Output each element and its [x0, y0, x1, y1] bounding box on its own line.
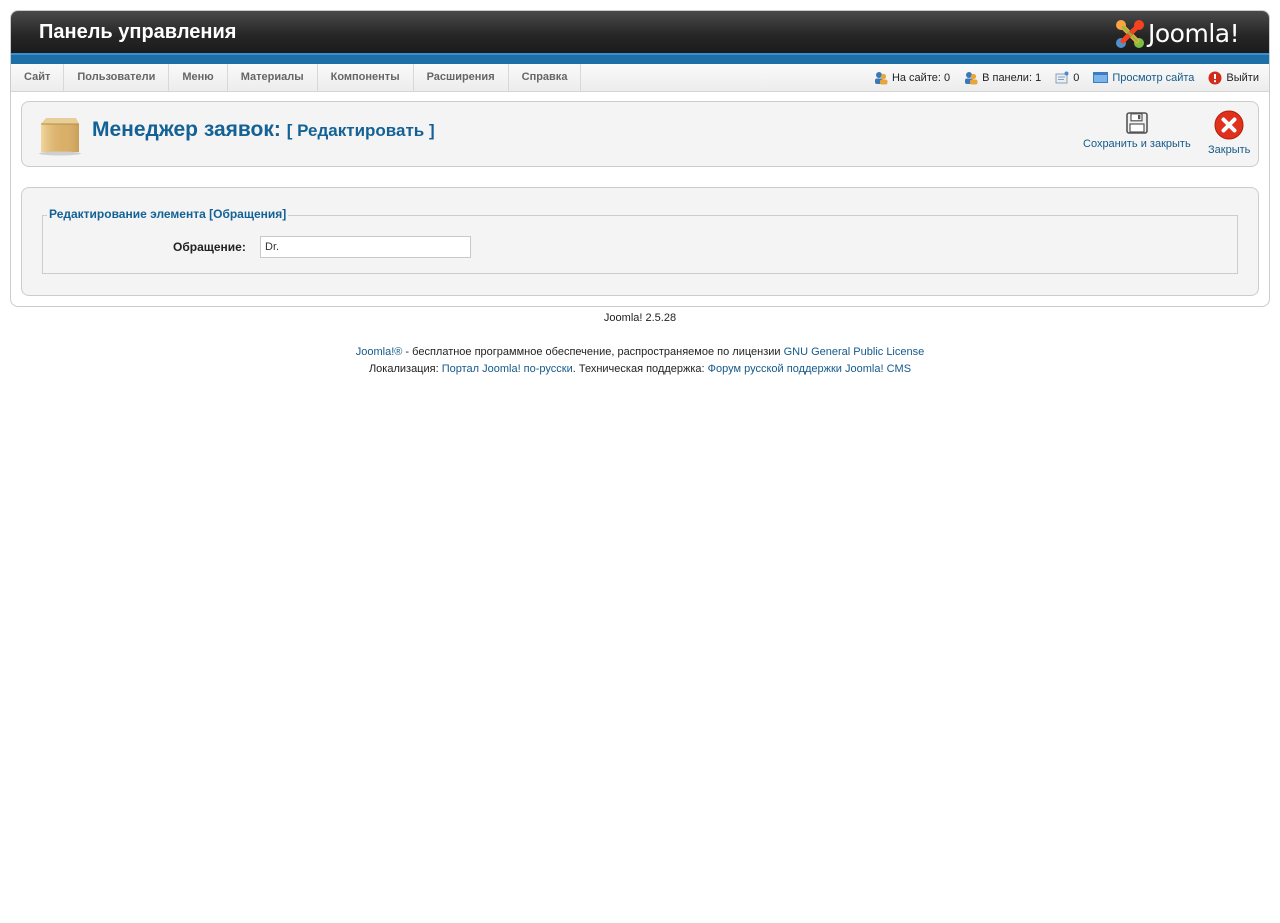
- on-site-label: На сайте:: [891, 71, 941, 84]
- logout-icon: [1208, 71, 1222, 84]
- form-fieldset: Редактирование элемента [Обращения] Обра…: [42, 207, 1238, 274]
- admin-container: Панель управления Joomla! Сайт Пользоват…: [10, 10, 1270, 307]
- preview-site-icon: [1093, 72, 1109, 83]
- header-title: Панель управления: [39, 21, 237, 43]
- salutation-label: Обращение:: [173, 240, 246, 254]
- save-close-label: Сохранить и закрыть: [1083, 138, 1191, 150]
- menu-item-content[interactable]: Материалы: [228, 64, 318, 91]
- toolbar-box: Менеджер заявок: [ Редактировать ] Сохра…: [21, 101, 1259, 167]
- menu-item-components[interactable]: Компоненты: [318, 64, 414, 91]
- footer-support-text: . Техническая поддержка:: [572, 363, 708, 375]
- save-icon: [1126, 112, 1148, 134]
- users-online-icon: [874, 71, 888, 84]
- view-site-link[interactable]: Просмотр сайта: [1112, 72, 1194, 84]
- status-in-panel: В панели: 1: [964, 71, 1041, 85]
- menu-item-extensions[interactable]: Расширения: [414, 64, 509, 91]
- joomla-logo-text: Joomla!: [1148, 19, 1240, 48]
- messages-count: 0: [1073, 71, 1080, 84]
- messages-icon: [1055, 71, 1069, 84]
- main-menu-bar: Сайт Пользователи Меню Материалы Компоне…: [11, 64, 1269, 92]
- status-messages[interactable]: 0: [1055, 71, 1079, 84]
- fieldset-legend: Редактирование элемента [Обращения]: [47, 207, 289, 221]
- close-button[interactable]: Закрыть: [1208, 110, 1250, 156]
- menu-item-menus[interactable]: Меню: [169, 64, 228, 91]
- footer-joomla-link[interactable]: Joomla!®: [356, 346, 403, 358]
- status-logout[interactable]: Выйти: [1208, 71, 1259, 85]
- status-bar: На сайте: 0 В панели: 1 0 Просмотр сайта…: [860, 64, 1259, 91]
- joomla-logo-icon: [1116, 20, 1144, 48]
- in-panel-label: В панели:: [982, 71, 1033, 84]
- footer-portal-link[interactable]: Портал Joomla! по-русски: [442, 363, 573, 375]
- footer-localization-text: Локализация:: [368, 363, 442, 375]
- footer-forum-link[interactable]: Форум русской поддержки Joomla! CMS: [708, 363, 911, 375]
- joomla-logo: Joomla!: [1114, 16, 1259, 50]
- footer-line-license: Joomla!® - бесплатное программное обеспе…: [0, 344, 1280, 361]
- page-title: Менеджер заявок: [ Редактировать ]: [92, 118, 435, 142]
- in-panel-count: 1: [1035, 71, 1042, 84]
- edit-form: Редактирование элемента [Обращения] Обра…: [21, 187, 1259, 296]
- close-icon: [1214, 110, 1244, 140]
- footer-line-localization: Локализация: Портал Joomla! по-русски. Т…: [0, 361, 1280, 378]
- on-site-count: 0: [943, 71, 951, 84]
- main-menu: Сайт Пользователи Меню Материалы Компоне…: [11, 64, 582, 91]
- footer-version: Joomla! 2.5.28: [603, 312, 677, 324]
- admins-online-icon: [965, 71, 978, 84]
- menu-item-help[interactable]: Справка: [509, 64, 582, 91]
- header-bar: Панель управления Joomla!: [11, 11, 1269, 64]
- save-close-button[interactable]: Сохранить и закрыть: [1083, 112, 1191, 150]
- page-title-sub: [ Редактировать ]: [286, 121, 435, 140]
- footer: Joomla! 2.5.28 Joomla!® - бесплатное про…: [0, 312, 1280, 378]
- menu-item-site[interactable]: Сайт: [11, 64, 65, 91]
- status-view-site[interactable]: Просмотр сайта: [1093, 72, 1194, 84]
- menu-item-users[interactable]: Пользователи: [64, 64, 170, 91]
- footer-license-text: - бесплатное программное обеспечение, ра…: [402, 346, 784, 358]
- salutation-input[interactable]: [260, 236, 471, 258]
- footer-gpl-link[interactable]: GNU General Public License: [784, 346, 925, 358]
- close-label: Закрыть: [1208, 144, 1251, 156]
- logout-link[interactable]: Выйти: [1226, 72, 1259, 84]
- box-icon: [39, 118, 81, 156]
- page-title-main: Менеджер заявок:: [92, 118, 281, 141]
- status-on-site: На сайте: 0: [874, 71, 950, 85]
